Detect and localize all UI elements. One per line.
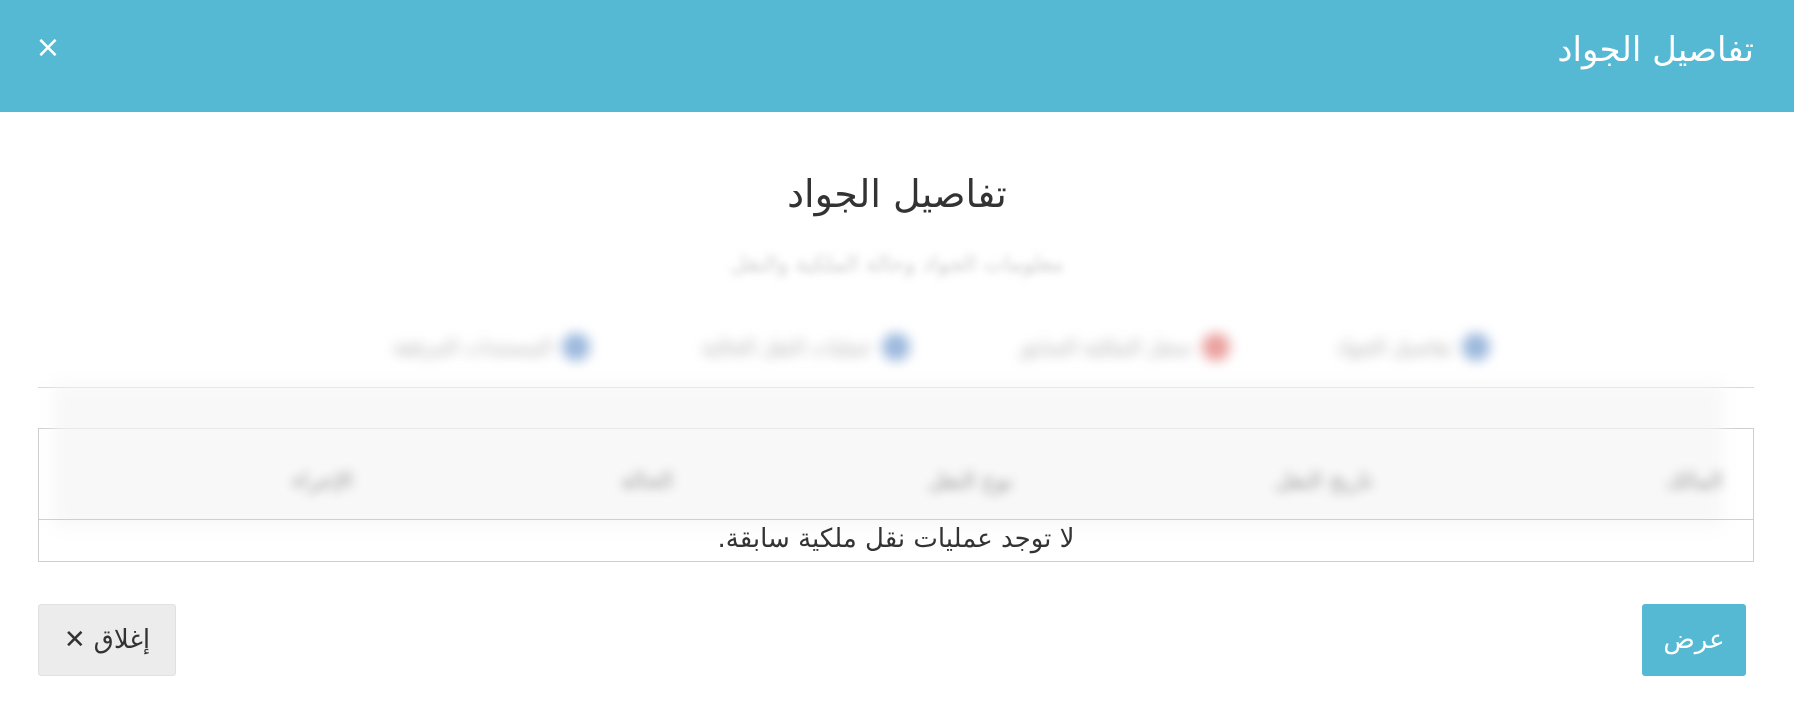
tab-current-transfers[interactable]: عمليات النقل الحالية (702, 324, 910, 370)
close-icon: ✕ (63, 625, 86, 655)
tab-documents[interactable]: المستندات المرفقة (393, 324, 590, 370)
tab-ownership-history[interactable]: سجل الملكية السابق (1019, 324, 1230, 370)
ownership-table: المالك تاريخ النقل نوع النقل الحالة الإج… (38, 383, 1754, 562)
tab-label: عمليات النقل الحالية (701, 335, 872, 359)
table-header-status: الحالة (620, 469, 673, 494)
horse-details-modal: × تفاصيل الجواد تفاصيل الجواد معلومات ال… (0, 0, 1794, 712)
document-icon (562, 333, 590, 361)
table-header-overlay (53, 383, 1723, 527)
tab-horse-details[interactable]: تفاصيل الجواد (1336, 324, 1490, 370)
transfer-icon (882, 333, 910, 361)
history-icon (1202, 333, 1230, 361)
close-icon[interactable]: × (34, 33, 62, 63)
tabs-bar: تفاصيل الجواد سجل الملكية السابق عمليات … (290, 318, 1490, 378)
tab-label: سجل الملكية السابق (1019, 335, 1192, 359)
page-subtitle: معلومات الجواد وحالة الملكية والنقل (730, 252, 1064, 277)
tab-label: تفاصيل الجواد (1336, 335, 1452, 359)
table-header-owner: المالك (1665, 469, 1723, 494)
horse-icon (1462, 333, 1490, 361)
modal-header: × تفاصيل الجواد (0, 0, 1794, 112)
table-header-type: نوع النقل (928, 469, 1013, 494)
table-header-date: تاريخ النقل (1274, 469, 1373, 494)
table-header-divider (39, 519, 1753, 520)
tab-label: المستندات المرفقة (392, 335, 552, 359)
close-button[interactable]: إغلاق ✕ (38, 604, 176, 676)
page-title: تفاصيل الجواد (787, 172, 1007, 216)
modal-title: تفاصيل الجواد (1557, 30, 1754, 70)
view-button[interactable]: عرض (1642, 604, 1746, 676)
empty-message: لا توجد عمليات نقل ملكية سابقة. (717, 524, 1075, 554)
table-header-action: الإجراء (292, 469, 353, 494)
view-button-label: عرض (1663, 625, 1725, 655)
close-button-label: إغلاق (93, 625, 151, 655)
